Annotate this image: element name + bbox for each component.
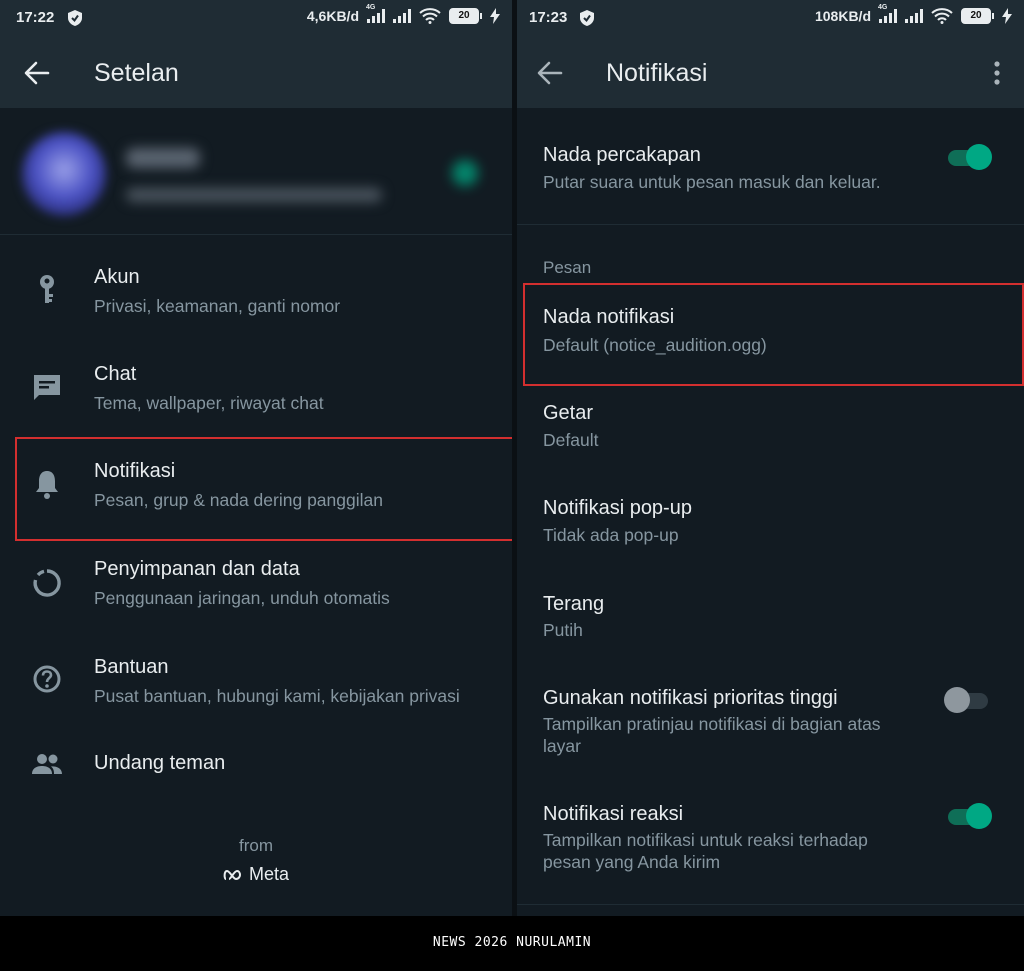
settings-screen: 17:22 4,6KB/d 4G 20 Setelan Akun Privasi…	[0, 0, 512, 916]
signal-icon	[393, 9, 411, 23]
bell-icon	[36, 471, 58, 499]
status-time: 17:23	[529, 9, 568, 26]
settings-item-chat[interactable]: Chat Tema, wallpaper, riwayat chat	[0, 341, 512, 438]
toggle-knob	[966, 803, 992, 829]
settings-item-subtitle: Pusat bantuan, hubungi kami, kebijakan p…	[94, 686, 460, 706]
toggle-knob	[944, 687, 970, 713]
settings-item-title: Undang teman	[94, 752, 226, 774]
network-speed: 4,6KB/d	[306, 8, 359, 24]
avatar[interactable]	[22, 132, 106, 216]
signal-icon	[905, 9, 923, 23]
back-arrow-icon[interactable]	[24, 60, 50, 86]
setting-title: Getar	[543, 402, 594, 424]
battery-icon: 20	[961, 8, 994, 24]
setting-title: Nada notifikasi	[543, 306, 675, 328]
setting-notifikasi-reaksi[interactable]: Notifikasi reaksi Tampilkan notifikasi u…	[517, 786, 1024, 904]
reaction-notification-toggle[interactable]	[948, 803, 992, 829]
settings-item-subtitle: Pesan, grup & nada dering panggilan	[94, 490, 383, 510]
settings-item-akun[interactable]: Akun Privasi, keamanan, ganti nomor	[0, 244, 512, 341]
profile-about-blurred	[126, 188, 382, 202]
setting-subtitle: Tampilkan pratinjau notifikasi di bagian…	[543, 714, 881, 756]
setting-title: Gunakan notifikasi prioritas tinggi	[543, 687, 838, 709]
setting-notifikasi-popup[interactable]: Notifikasi pop-up Tidak ada pop-up	[517, 480, 1024, 576]
toggle-knob	[966, 144, 992, 170]
more-options-icon[interactable]	[990, 60, 1004, 86]
section-label-pesan: Pesan	[543, 258, 592, 277]
signal-4g-icon: 4G	[878, 4, 897, 23]
signal-4g-icon: 4G	[366, 4, 385, 23]
setting-subtitle: Default	[543, 430, 599, 450]
chat-icon	[34, 375, 60, 400]
people-icon	[32, 754, 62, 774]
qr-code-icon[interactable]	[452, 160, 478, 186]
setting-terang[interactable]: Terang Putih	[517, 576, 1024, 670]
shield-icon	[580, 10, 594, 26]
settings-item-subtitle: Tema, wallpaper, riwayat chat	[94, 393, 324, 413]
status-bar: 17:23 108KB/d 4G 20	[517, 0, 1024, 36]
wifi-icon	[931, 8, 953, 24]
setting-subtitle: Putih	[543, 620, 583, 640]
back-arrow-icon[interactable]	[537, 60, 563, 86]
shield-icon	[68, 10, 82, 26]
section-divider	[517, 904, 1024, 905]
settings-item-undang-teman[interactable]: Undang teman	[0, 732, 512, 798]
notifications-screen: 17:23 108KB/d 4G 20 Notifikasi Nada perc…	[517, 0, 1024, 916]
setting-subtitle: Tidak ada pop-up	[543, 525, 679, 545]
wifi-icon	[419, 8, 441, 24]
profile-name-blurred	[126, 148, 200, 168]
settings-item-notifikasi[interactable]: Notifikasi Pesan, grup & nada dering pan…	[0, 437, 512, 534]
key-icon	[40, 275, 54, 303]
setting-title: Notifikasi reaksi	[543, 803, 684, 825]
from-label: from	[239, 836, 273, 855]
meta-brand: Meta	[0, 864, 512, 885]
settings-item-subtitle: Privasi, keamanan, ganti nomor	[94, 296, 341, 316]
settings-item-title: Penyimpanan dan data	[94, 558, 300, 580]
setting-title: Notifikasi pop-up	[543, 497, 692, 519]
setting-subtitle: Putar suara untuk pesan masuk dan keluar…	[543, 172, 881, 192]
status-bar: 17:22 4,6KB/d 4G 20	[0, 0, 512, 36]
settings-item-title: Chat	[94, 363, 137, 385]
settings-item-subtitle: Penggunaan jaringan, unduh otomatis	[94, 588, 390, 608]
setting-getar[interactable]: Getar Default	[517, 386, 1024, 480]
setting-subtitle: Tampilkan notifikasi untuk reaksi terhad…	[543, 830, 868, 872]
profile-card[interactable]	[0, 108, 512, 235]
conversation-tone-toggle[interactable]	[948, 144, 992, 170]
settings-item-title: Notifikasi	[94, 460, 176, 482]
page-title: Notifikasi	[606, 59, 708, 87]
app-bar: Notifikasi	[517, 36, 1024, 108]
page-title: Setelan	[94, 59, 179, 87]
setting-title: Nada percakapan	[543, 144, 701, 166]
settings-item-bantuan[interactable]: Bantuan Pusat bantuan, hubungi kami, keb…	[0, 634, 512, 731]
meta-text: Meta	[248, 864, 290, 884]
status-time: 17:22	[16, 9, 55, 26]
app-bar: Setelan	[0, 36, 512, 108]
settings-item-title: Bantuan	[94, 656, 169, 678]
help-icon	[33, 665, 61, 693]
storage-circle-icon	[33, 569, 61, 597]
setting-prioritas-tinggi[interactable]: Gunakan notifikasi prioritas tinggi Tamp…	[517, 670, 1024, 786]
high-priority-toggle[interactable]	[944, 687, 988, 713]
caption-bar: NEWS 2026 NURULAMIN	[0, 916, 1024, 971]
setting-nada-notifikasi[interactable]: Nada notifikasi Default (notice_audition…	[517, 284, 1024, 384]
battery-icon: 20	[449, 8, 482, 24]
settings-item-penyimpanan[interactable]: Penyimpanan dan data Penggunaan jaringan…	[0, 536, 512, 633]
charging-bolt-icon	[1002, 8, 1012, 24]
network-speed: 108KB/d	[814, 8, 871, 24]
charging-bolt-icon	[490, 8, 500, 24]
meta-logo-icon	[223, 869, 241, 880]
setting-nada-percakapan[interactable]: Nada percakapan Putar suara untuk pesan …	[517, 108, 1024, 224]
setting-title: Terang	[543, 593, 605, 615]
caption-text: NEWS 2026 NURULAMIN	[432, 935, 592, 950]
settings-item-title: Akun	[94, 266, 140, 288]
section-divider	[517, 224, 1024, 225]
setting-subtitle: Default (notice_audition.ogg)	[543, 335, 767, 355]
